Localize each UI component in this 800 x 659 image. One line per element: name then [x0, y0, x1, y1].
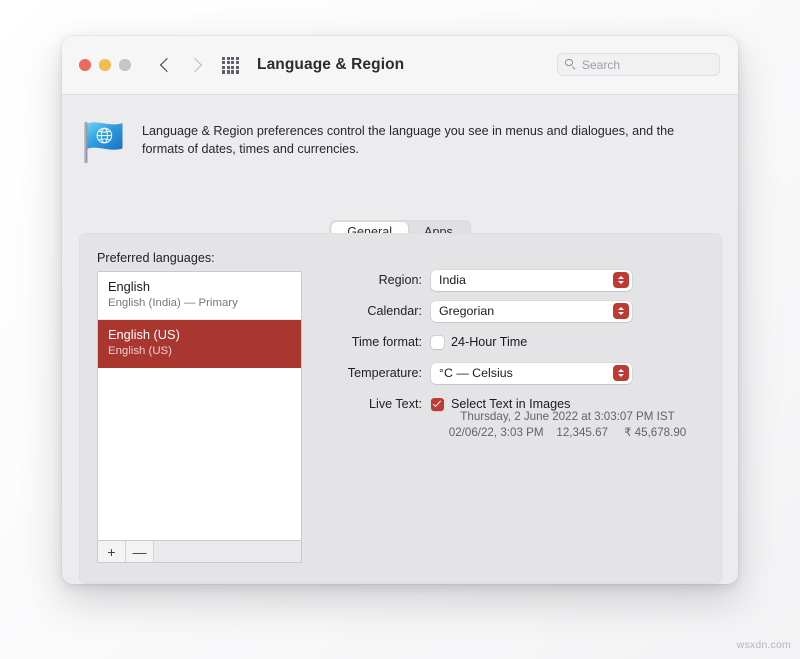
temperature-value: °C — Celsius [431, 366, 513, 380]
language-list-toolbar: + — [97, 541, 302, 563]
format-preview: Thursday, 2 June 2022 at 3:03:07 PM IST … [431, 409, 704, 441]
traffic-light-buttons [79, 59, 131, 71]
live-text-label: Live Text: [324, 397, 431, 411]
region-value: India [431, 273, 466, 287]
preferred-languages-label: Preferred languages: [97, 251, 215, 265]
description-text: Language & Region preferences control th… [142, 119, 718, 164]
remove-language-button[interactable]: — [126, 541, 154, 562]
search-field[interactable]: Search [557, 53, 720, 76]
watermark: wsxdn.com [737, 639, 791, 651]
calendar-label: Calendar: [324, 304, 431, 318]
chevron-updown-icon[interactable] [613, 303, 629, 319]
temperature-row: Temperature: °C — Celsius [324, 362, 704, 384]
format-preview-numbers: 02/06/22, 3:03 PM 12,345.67 ₹ 45,678.90 [431, 425, 704, 441]
temperature-label: Temperature: [324, 366, 431, 380]
preferred-languages-list[interactable]: English English (India) — Primary Englis… [97, 271, 302, 541]
navigation-buttons [160, 56, 201, 74]
forward-chevron-icon[interactable] [190, 56, 201, 74]
language-name: English (US) [108, 327, 291, 343]
close-button-icon[interactable] [79, 59, 91, 71]
language-toolbar-spacer [154, 541, 301, 562]
screenshot-root: Language & Region Search [0, 0, 800, 659]
language-detail: English (India) — Primary [108, 296, 291, 311]
time-format-row: Time format: 24-Hour Time [324, 331, 704, 353]
list-item[interactable]: English (US) English (US) [98, 320, 301, 368]
chevron-updown-icon[interactable] [613, 272, 629, 288]
zoom-button-icon[interactable] [119, 59, 131, 71]
calendar-popup-button[interactable]: Gregorian [431, 301, 632, 322]
minimize-button-icon[interactable] [99, 59, 111, 71]
24-hour-time-checkbox[interactable] [431, 336, 444, 349]
time-format-label: Time format: [324, 335, 431, 349]
general-settings-panel: Preferred languages: English English (In… [79, 233, 722, 584]
calendar-value: Gregorian [431, 304, 494, 318]
language-region-flag-icon [81, 120, 127, 164]
region-popup-button[interactable]: India [431, 270, 632, 291]
list-item[interactable]: English English (India) — Primary [98, 272, 301, 320]
region-row: Region: India [324, 269, 704, 291]
description-banner: Language & Region preferences control th… [62, 95, 738, 164]
add-language-button[interactable]: + [98, 541, 126, 562]
format-preview-datetime: Thursday, 2 June 2022 at 3:03:07 PM IST [431, 409, 704, 425]
window-title: Language & Region [257, 56, 404, 74]
region-settings-form: Region: India Calendar: Gregorian [324, 269, 704, 424]
system-preferences-window: Language & Region Search [62, 36, 738, 584]
language-name: English [108, 279, 291, 295]
region-label: Region: [324, 273, 431, 287]
24-hour-time-label: 24-Hour Time [451, 335, 527, 349]
back-chevron-icon[interactable] [160, 56, 171, 74]
show-all-preferences-grid-icon[interactable] [222, 57, 239, 74]
temperature-popup-button[interactable]: °C — Celsius [431, 363, 632, 384]
window-body: Language & Region preferences control th… [62, 95, 738, 584]
language-detail: English (US) [108, 344, 291, 359]
search-icon [565, 59, 577, 71]
window-titlebar: Language & Region Search [62, 36, 738, 95]
chevron-updown-icon[interactable] [613, 365, 629, 381]
calendar-row: Calendar: Gregorian [324, 300, 704, 322]
search-placeholder: Search [582, 58, 620, 72]
